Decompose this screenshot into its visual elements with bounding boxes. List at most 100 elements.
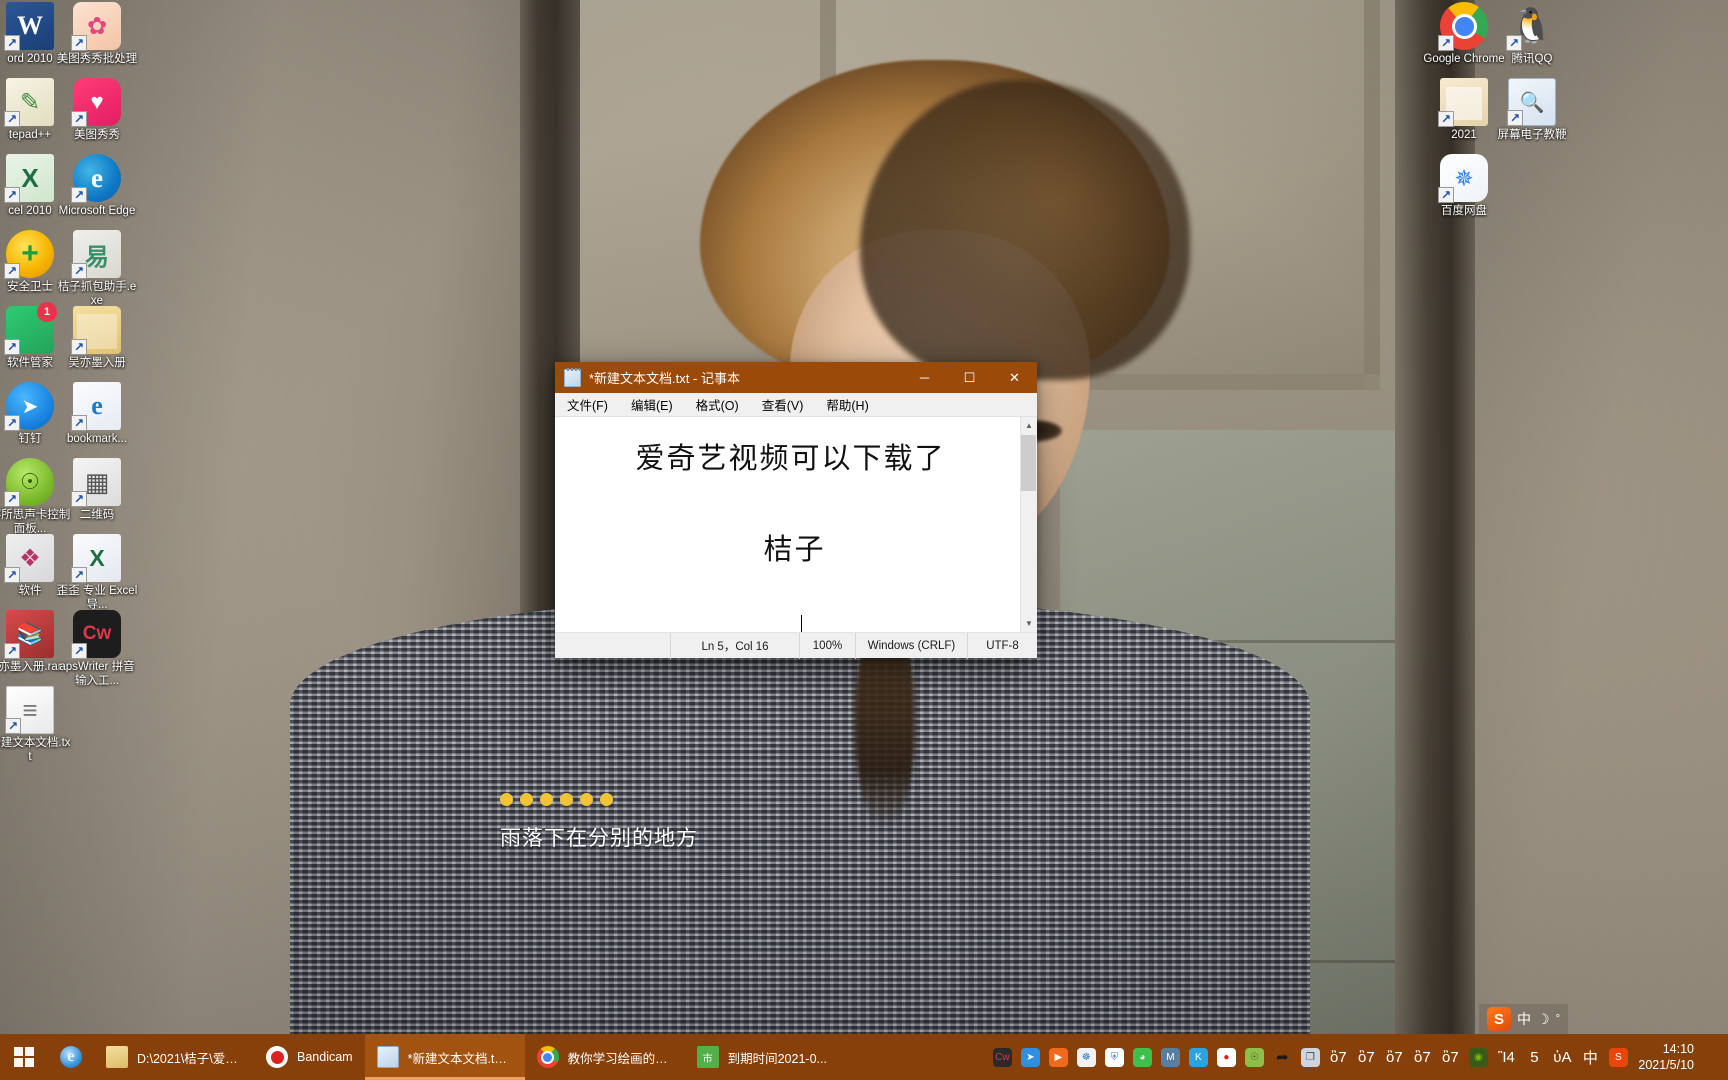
start-button[interactable] [0, 1034, 48, 1080]
nvidia-tray-icon[interactable]: ◉ [1464, 1034, 1492, 1080]
taskbar-item-label: *新建文本文档.txt -... [408, 1048, 513, 1067]
scroll-up-arrow[interactable]: ▲ [1021, 417, 1038, 434]
ksss-tray-icon[interactable]: ☉ [1240, 1034, 1268, 1080]
qq-tray-icon-1[interactable]: ὂ7 [1324, 1034, 1352, 1080]
netease-music-tray-icon[interactable]: M [1156, 1034, 1184, 1080]
shortcut-arrow-icon [71, 643, 87, 659]
taskbar-item[interactable]: e [48, 1034, 94, 1080]
taskbar-item[interactable]: *新建文本文档.txt -... [365, 1034, 525, 1080]
folder-icon [106, 1046, 128, 1068]
desktop-icon[interactable]: apsWriter 拼音输入工... [55, 610, 139, 688]
wallpaper-lyric-dots [500, 793, 613, 806]
360-browser-tray-icon[interactable]: ☸ [1072, 1034, 1100, 1080]
capswriter-tray-icon[interactable]: Cw [988, 1034, 1016, 1080]
desktop-icon[interactable]: Microsoft Edge [55, 154, 139, 219]
tray-icon-glyph: ◉ [1469, 1048, 1488, 1067]
minimize-button[interactable]: ─ [902, 362, 947, 393]
scrollbar-thumb[interactable] [1021, 435, 1036, 491]
microphone-tray-icon[interactable]: Ἲ4 [1492, 1034, 1520, 1080]
screen-pointer-tray-icon[interactable]: ❐ [1296, 1034, 1324, 1080]
record-tray-icon[interactable]: ● [1212, 1034, 1240, 1080]
volume-tray-icon[interactable]: ὐA [1548, 1034, 1576, 1080]
taskbar-clock[interactable]: 14:10 2021/5/10 [1632, 1034, 1706, 1080]
kugou-tray-icon[interactable]: K [1184, 1034, 1212, 1080]
menu-item-2[interactable]: 格式(O) [693, 393, 742, 416]
shortcut-arrow-icon [4, 263, 20, 279]
shortcut-arrow-icon [71, 415, 87, 431]
show-desktop-button[interactable] [1706, 1034, 1724, 1080]
wechat-tray-icon[interactable]: ◕ [1128, 1034, 1156, 1080]
notepad-editor-area[interactable]: 爱奇艺视频可以下载了 桔子 ▲ ▼ [555, 416, 1037, 632]
qq-tray-icon-2[interactable]: ὂ7 [1352, 1034, 1380, 1080]
close-button[interactable]: ✕ [992, 362, 1037, 393]
taskbar-item[interactable]: 市到期时间2021-0... [685, 1034, 839, 1080]
ime-floating-bar[interactable]: S 中 ☽ ° [1479, 1004, 1568, 1034]
tray-icon-glyph: K [1189, 1048, 1208, 1067]
desktop-icon[interactable]: 美图秀秀 [55, 78, 139, 143]
scroll-down-arrow[interactable]: ▼ [1021, 615, 1038, 632]
desktop-icon[interactable]: bookmark... [55, 382, 139, 447]
ime-extra-icon[interactable]: ° [1556, 1013, 1560, 1025]
bandicam-tray-icon[interactable]: ▶ [1044, 1034, 1072, 1080]
360-security-tray-icon[interactable]: ⛨ [1100, 1034, 1128, 1080]
meitu-icon [73, 78, 121, 126]
shortcut-arrow-icon [71, 111, 87, 127]
software-folder-icon [6, 534, 54, 582]
notepad-titlebar[interactable]: *新建文本文档.txt - 记事本 ─ ☐ ✕ [555, 362, 1037, 393]
notepad-window[interactable]: *新建文本文档.txt - 记事本 ─ ☐ ✕ 文件(F) 编辑(E) 格式(O) 查… [555, 362, 1037, 658]
desktop-icon[interactable]: 屏幕电子教鞭 [1490, 78, 1574, 143]
notepad-text-content[interactable]: 爱奇艺视频可以下载了 桔子 [555, 417, 1020, 632]
taskbar-item-label: D:\2021\桔子\爱奇... [137, 1048, 242, 1067]
adobe-tray-icon[interactable]: ➦ [1268, 1034, 1296, 1080]
tray-icon-glyph: ➤ [1021, 1048, 1040, 1067]
ie-bookmark-icon [73, 382, 121, 430]
desktop-icon[interactable]: 腾讯QQ [1490, 2, 1574, 67]
winrar-icon [6, 610, 54, 658]
desktop-icon-label: apsWriter 拼音输入工... [55, 661, 139, 688]
taskbar-items: e D:\2021\桔子\爱奇... Bandicam *新建文本文档.txt -..… [48, 1034, 839, 1080]
desktop-icon-label: 美图秀秀 [55, 129, 139, 143]
menu-item-1[interactable]: 编辑(E) [628, 393, 676, 416]
desktop-icon[interactable]: 吴亦墨入册 [55, 306, 139, 371]
capswriter-icon [73, 610, 121, 658]
shortcut-arrow-icon [1438, 111, 1454, 127]
qq-tray-icon-3[interactable]: ὂ7 [1380, 1034, 1408, 1080]
network-tray-icon[interactable]: ὚5 [1520, 1034, 1548, 1080]
sogou-ime-tray-icon[interactable]: S [1604, 1034, 1632, 1080]
qq-tray-icon-4[interactable]: ὂ7 [1408, 1034, 1436, 1080]
ime-moon-icon[interactable]: ☽ [1537, 1011, 1550, 1028]
sogou-logo-icon[interactable]: S [1487, 1007, 1511, 1031]
menu-item-3[interactable]: 查看(V) [759, 393, 807, 416]
qq-tray-icon-5[interactable]: ὂ7 [1436, 1034, 1464, 1080]
notepad-text-line-2: 桔子 [577, 526, 998, 568]
tray-icon-glyph: ὐA [1553, 1048, 1572, 1067]
desktop-icon[interactable]: 歪歪 专业 Excel导... [55, 534, 139, 612]
desktop-icon[interactable]: 美图秀秀批处理 [55, 2, 139, 67]
shortcut-arrow-icon [4, 187, 20, 203]
desktop-icon-label: 美图秀秀批处理 [55, 53, 139, 67]
tray-icon-glyph: ☉ [1245, 1048, 1264, 1067]
taskbar-item[interactable]: 教你学习绘画的技... [525, 1034, 685, 1080]
excel-icon [6, 154, 54, 202]
maximize-button[interactable]: ☐ [947, 362, 992, 393]
shortcut-arrow-icon [71, 263, 87, 279]
tray-icon-glyph: 中 [1581, 1048, 1600, 1067]
notepad-text-line-1: 爱奇艺视频可以下载了 [577, 435, 998, 477]
desktop-icon[interactable]: 桔子抓包助手.exe [55, 230, 139, 308]
shortcut-arrow-icon [71, 187, 87, 203]
dingtalk-tray-icon[interactable]: ➤ [1016, 1034, 1044, 1080]
shortcut-arrow-icon [5, 718, 21, 734]
desktop-icon[interactable]: 新建文本文档.txt [0, 686, 72, 764]
tray-icon-glyph: ὂ7 [1357, 1048, 1376, 1067]
menu-item-4[interactable]: 帮助(H) [823, 393, 871, 416]
taskbar-item[interactable]: Bandicam [254, 1034, 365, 1080]
desktop-icon[interactable]: 百度网盘 [1422, 154, 1506, 219]
notepad-scrollbar[interactable]: ▲ ▼ [1020, 417, 1037, 632]
desktop-icon[interactable]: 二维码 [55, 458, 139, 523]
taskbar-item[interactable]: D:\2021\桔子\爱奇... [94, 1034, 254, 1080]
menu-item-0[interactable]: 文件(F) [564, 393, 611, 416]
screen-pointer-icon [1508, 78, 1556, 126]
tray-icon-glyph: ❐ [1301, 1048, 1320, 1067]
ime-language-tray-icon[interactable]: 中 [1576, 1034, 1604, 1080]
ime-mode-label[interactable]: 中 [1517, 1009, 1531, 1029]
